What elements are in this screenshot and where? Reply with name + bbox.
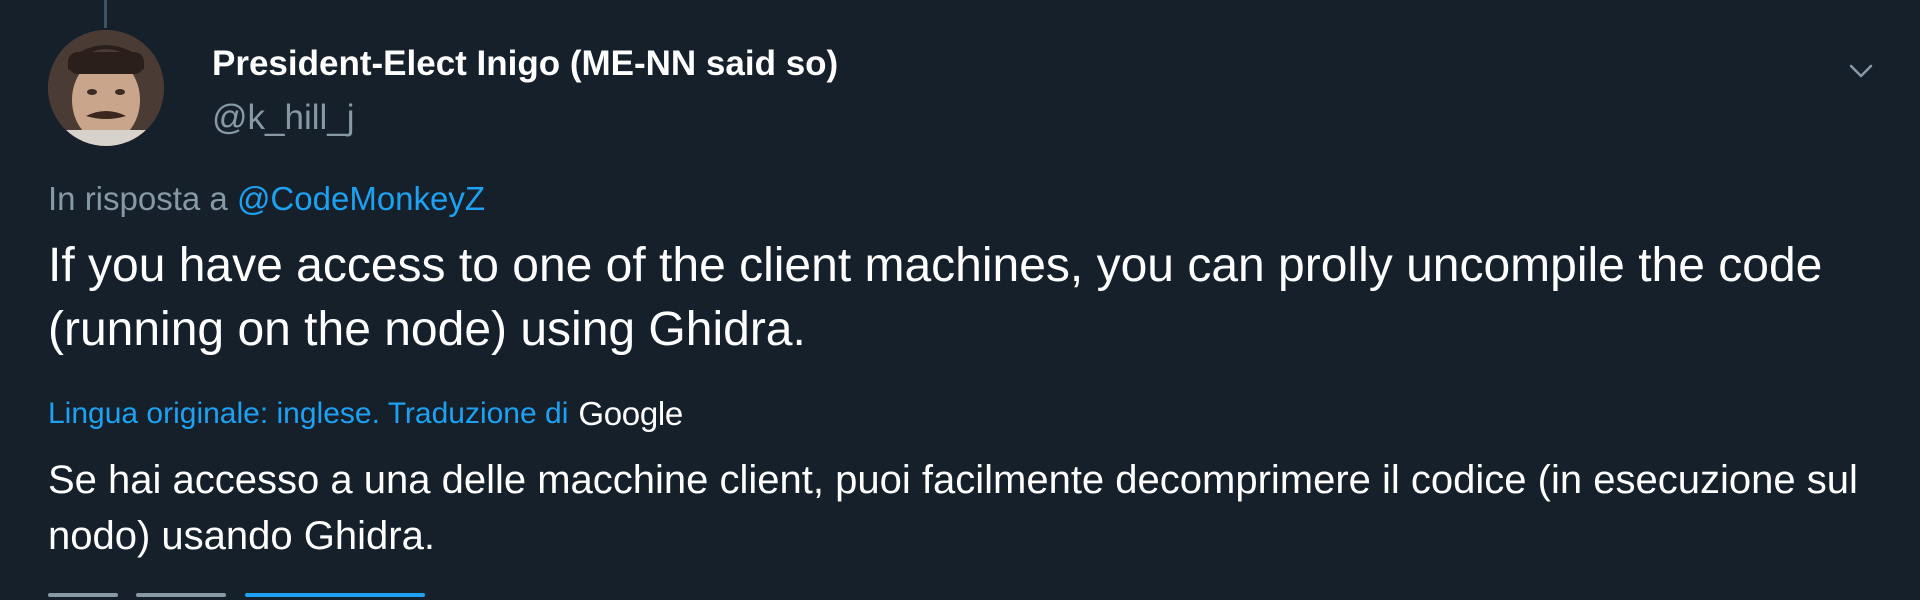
reply-mention-link[interactable]: @CodeMonkeyZ [237, 180, 485, 217]
avatar-image [48, 30, 164, 146]
thread-connector-line [104, 0, 107, 28]
reply-prefix: In risposta a [48, 180, 228, 217]
tweet-text: If you have access to one of the client … [48, 239, 1823, 356]
translation-credit-label[interactable]: Lingua originale: inglese. Traduzione di [48, 397, 568, 431]
author-display-name[interactable]: President-Elect Inigo (ME-NN said so) [212, 44, 838, 84]
translated-text: Se hai accesso a una delle macchine clie… [48, 458, 1858, 558]
avatar[interactable] [48, 30, 164, 146]
author-handle[interactable]: @k_hill_j [212, 98, 355, 138]
tweet-footer-cutoff [48, 584, 748, 600]
google-logo: Google [578, 395, 683, 432]
more-menu-button[interactable] [1842, 54, 1880, 88]
chevron-down-icon [1849, 64, 1873, 78]
reply-context: In risposta a @CodeMonkeyZ [48, 180, 485, 218]
translation-credit[interactable]: Lingua originale: inglese. Traduzione di… [48, 395, 683, 433]
